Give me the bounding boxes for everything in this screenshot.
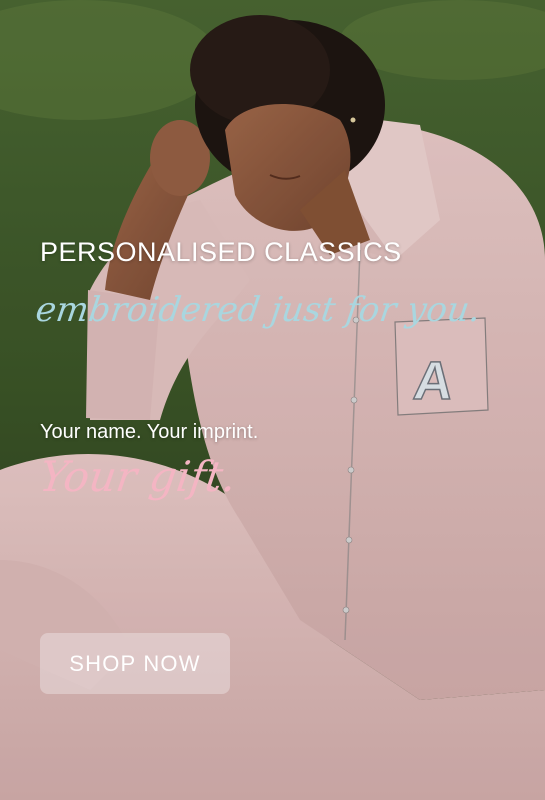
- hero-heading: PERSONALISED CLASSICS: [40, 237, 402, 267]
- hero-subheading: Your name. Your imprint.: [40, 421, 259, 443]
- shop-now-button[interactable]: SHOP NOW: [40, 633, 230, 694]
- hero-script-gift: Your gift.: [36, 452, 240, 501]
- pocket-monogram: A: [410, 350, 457, 412]
- hero-banner: PERSONALISED CLASSICS embroidered just f…: [0, 0, 545, 800]
- hero-script-tagline: embroidered just for you.: [33, 290, 484, 330]
- monogram-letter: A: [410, 350, 457, 412]
